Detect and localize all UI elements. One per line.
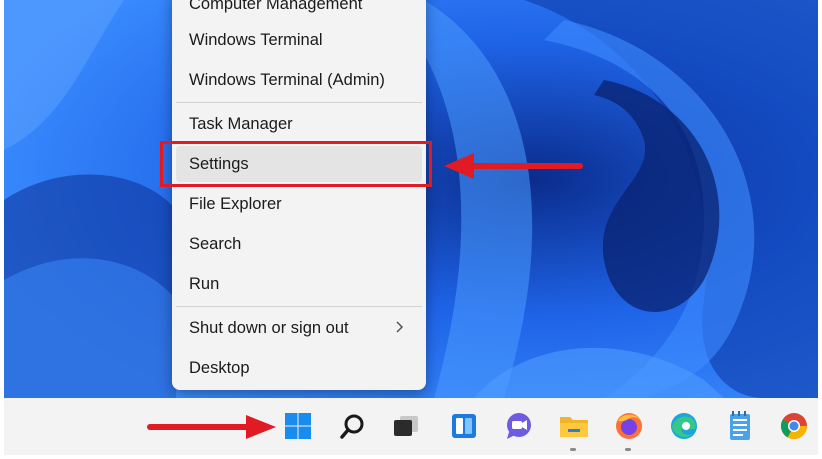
menu-item-search[interactable]: Search [172,226,426,262]
edge-icon[interactable] [668,410,700,442]
file-explorer-icon[interactable] [558,410,590,442]
menu-item-label: Windows Terminal (Admin) [189,70,385,89]
running-indicator [625,448,631,451]
chat-icon[interactable] [503,410,535,442]
notepad-icon[interactable] [724,410,756,442]
menu-item-label: Search [189,234,242,253]
chevron-right-icon [396,320,404,337]
menu-item-run[interactable]: Run [172,266,426,302]
menu-item-label: Run [189,274,220,293]
menu-separator [176,102,422,103]
windows-start-icon[interactable] [282,410,314,442]
menu-item-windows-terminal[interactable]: Windows Terminal [172,22,426,58]
menu-separator [176,306,422,307]
search-icon[interactable] [337,410,369,442]
annotation-highlight-box [160,141,432,187]
firefox-icon[interactable] [613,410,645,442]
menu-item-label: File Explorer [189,194,282,213]
annotation-arrow-settings [444,153,583,179]
menu-item-label: Shut down or sign out [189,318,349,337]
menu-item-task-manager[interactable]: Task Manager [172,106,426,142]
menu-item-file-explorer[interactable]: File Explorer [172,186,426,222]
menu-item-label: Windows Terminal [189,30,323,49]
screenshot: Computer Management Windows Terminal Win… [0,0,822,459]
taskbar [4,398,818,455]
menu-item-label: Task Manager [189,114,293,133]
quick-link-menu: Computer Management Windows Terminal Win… [172,0,426,390]
menu-item-windows-terminal-admin[interactable]: Windows Terminal (Admin) [172,62,426,98]
menu-item-label: Desktop [189,358,250,377]
menu-item-computer-management[interactable]: Computer Management [172,0,426,22]
annotation-arrow-start [147,415,276,439]
widgets-icon[interactable] [448,410,480,442]
running-indicator [570,448,576,451]
menu-item-label: Computer Management [189,0,363,13]
menu-item-desktop[interactable]: Desktop [172,350,426,386]
chrome-icon[interactable] [778,410,810,442]
task-view-icon[interactable] [390,410,422,442]
menu-item-shut-down[interactable]: Shut down or sign out [172,310,426,346]
